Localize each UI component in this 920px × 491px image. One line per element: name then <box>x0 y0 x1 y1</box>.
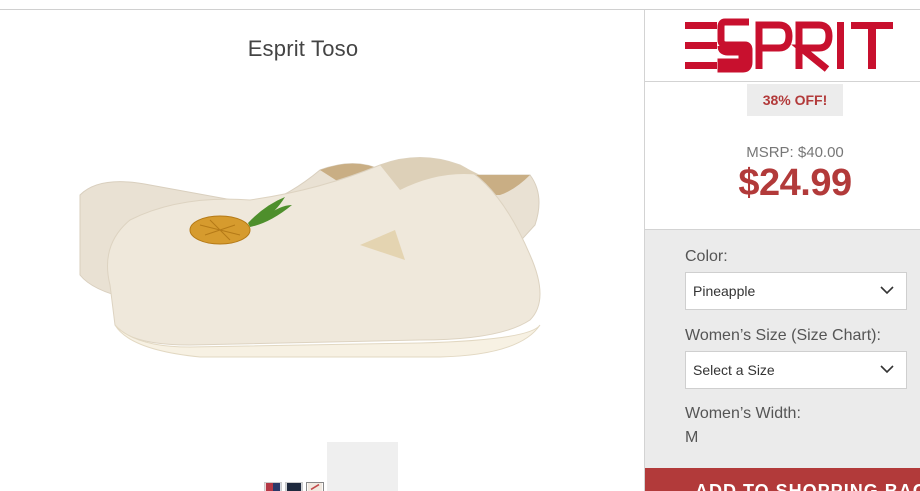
chevron-down-icon <box>880 286 894 295</box>
size-label[interactable]: Women’s Size (Size Chart): <box>685 327 881 345</box>
width-label: Women’s Width: <box>685 405 801 422</box>
sale-price: $24.99 <box>738 162 852 204</box>
price-area: 38% OFF! MSRP: $40.00 $24.99 <box>645 82 920 229</box>
size-select[interactable]: Select a Size <box>685 351 907 389</box>
thumbnail-placeholder[interactable] <box>327 442 398 491</box>
purchase-panel: 38% OFF! MSRP: $40.00 $24.99 Color: Pine… <box>644 10 920 491</box>
esprit-logo[interactable] <box>685 18 905 74</box>
msrp-text: MSRP: $40.00 <box>746 144 844 161</box>
options-section: Color: Pineapple Women’s Size (Size Char… <box>645 229 920 491</box>
product-area: Esprit Toso <box>0 10 644 491</box>
swatch-red-navy[interactable] <box>264 482 282 491</box>
color-select-value: Pineapple <box>693 283 756 299</box>
swatch-pineapple[interactable] <box>306 482 324 491</box>
product-title: Esprit Toso <box>247 36 359 61</box>
color-label: Color: <box>685 248 728 265</box>
brand-bar <box>645 10 920 82</box>
color-swatches <box>264 482 324 491</box>
add-to-bag-button[interactable]: ADD TO SHOPPING BAG <box>645 468 920 491</box>
add-to-bag-label: ADD TO SHOPPING BAG <box>695 481 920 491</box>
chevron-down-icon <box>880 365 894 374</box>
product-image[interactable] <box>60 135 560 375</box>
color-select[interactable]: Pineapple <box>685 272 907 310</box>
size-select-value: Select a Size <box>693 362 775 378</box>
swatch-navy[interactable] <box>285 482 303 491</box>
discount-badge: 38% OFF! <box>747 84 843 116</box>
width-value: M <box>685 429 699 446</box>
